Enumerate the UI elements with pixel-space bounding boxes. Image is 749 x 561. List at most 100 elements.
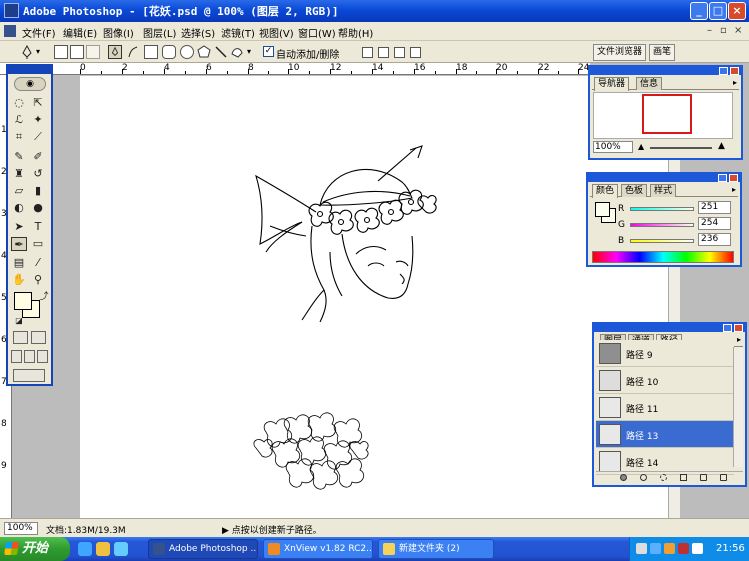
- maximize-button[interactable]: □: [709, 2, 727, 20]
- marquee-tool-icon[interactable]: ◌: [11, 96, 27, 110]
- tab-color[interactable]: 颜色: [592, 184, 619, 198]
- document-icon[interactable]: [4, 25, 16, 37]
- palette-menu-arrow-icon[interactable]: ▸: [737, 335, 741, 344]
- navigator-zoom-field[interactable]: 100%: [593, 141, 633, 153]
- healing-brush-icon[interactable]: ✎: [11, 150, 27, 164]
- intersect-path-icon[interactable]: [394, 47, 405, 58]
- rectangle-tool-icon[interactable]: [144, 45, 158, 59]
- status-zoom-field[interactable]: 100%: [4, 522, 38, 535]
- doc-close-button[interactable]: ×: [734, 25, 742, 36]
- palette-close-button[interactable]: [734, 324, 743, 332]
- screen-mode-full-button[interactable]: [37, 350, 48, 363]
- palette-menu-arrow-icon[interactable]: ▸: [733, 78, 737, 87]
- media-quicklaunch-icon[interactable]: [114, 542, 128, 556]
- network-tray-icon[interactable]: [650, 543, 661, 554]
- channel-r-field[interactable]: 251: [698, 201, 731, 214]
- doc-restore-button[interactable]: ▫: [720, 25, 727, 36]
- palette-minimize-button[interactable]: [718, 174, 727, 182]
- subtract-from-path-icon[interactable]: [378, 47, 389, 58]
- chevron-down-icon[interactable]: ▾: [247, 47, 261, 61]
- fill-path-icon[interactable]: [620, 474, 627, 481]
- ie-quicklaunch-icon[interactable]: [78, 542, 92, 556]
- dodge-tool-icon[interactable]: ●: [30, 201, 46, 215]
- zoom-in-icon[interactable]: ▲: [718, 141, 725, 151]
- blur-tool-icon[interactable]: ◐: [11, 201, 27, 215]
- magic-wand-icon[interactable]: ✦: [30, 113, 46, 127]
- menu-layer[interactable]: 图层(L): [143, 25, 176, 40]
- channel-b-field[interactable]: 236: [698, 233, 731, 246]
- line-tool-icon[interactable]: [214, 45, 228, 59]
- keyboard-tray-icon[interactable]: [636, 543, 647, 554]
- start-button[interactable]: 开始: [0, 537, 70, 561]
- ellipse-tool-icon[interactable]: [180, 45, 194, 59]
- tab-navigator[interactable]: 导航器: [594, 77, 630, 91]
- channel-g-slider[interactable]: [630, 223, 694, 227]
- file-browser-tab[interactable]: 文件浏览器: [593, 44, 647, 61]
- screen-mode-standard-button[interactable]: [11, 350, 22, 363]
- navigator-thumbnail[interactable]: [593, 92, 733, 139]
- pen-tool-icon[interactable]: ✒: [11, 237, 27, 251]
- zoom-out-icon[interactable]: ▲: [638, 142, 644, 151]
- document-size-info[interactable]: 文档:1.83M/19.3M: [46, 523, 126, 536]
- palette-minimize-button[interactable]: [723, 324, 732, 332]
- chevron-down-icon[interactable]: ▾: [36, 47, 50, 61]
- fill-pixels-mode-icon[interactable]: [86, 45, 100, 59]
- quick-mask-button[interactable]: [31, 331, 46, 344]
- eyedropper-icon[interactable]: ⁄: [30, 256, 46, 270]
- path-selection-icon[interactable]: ➤: [11, 220, 27, 234]
- freeform-pen-icon[interactable]: [126, 45, 140, 59]
- path-item[interactable]: 路径 11: [596, 394, 734, 421]
- add-to-path-icon[interactable]: [362, 47, 373, 58]
- color-spectrum-bar[interactable]: [592, 251, 734, 263]
- standard-mode-button[interactable]: [13, 331, 28, 344]
- channel-b-slider[interactable]: [630, 239, 694, 243]
- photoshop-feather-icon[interactable]: ◉: [14, 77, 46, 91]
- gradient-tool-icon[interactable]: ▮: [30, 184, 46, 198]
- navigator-view-box[interactable]: [642, 94, 692, 134]
- minimize-button[interactable]: _: [690, 2, 708, 20]
- tab-swatches[interactable]: 色板: [621, 184, 648, 197]
- brushes-tab[interactable]: 画笔: [649, 44, 676, 61]
- load-as-selection-icon[interactable]: [660, 474, 667, 481]
- channel-r-slider[interactable]: [630, 207, 694, 211]
- auto-add-delete-checkbox[interactable]: ✓: [263, 46, 274, 57]
- crop-tool-icon[interactable]: ⌗: [11, 130, 27, 144]
- move-tool-icon[interactable]: ⇱: [30, 96, 46, 110]
- zoom-slider[interactable]: [650, 147, 712, 149]
- pen-tool-icon[interactable]: [108, 45, 122, 59]
- toolbox-title-bar[interactable]: [8, 66, 51, 74]
- exclude-path-icon[interactable]: [410, 47, 421, 58]
- new-path-icon[interactable]: [700, 474, 707, 481]
- color-foreground-swatch[interactable]: [595, 202, 610, 217]
- rounded-rectangle-tool-icon[interactable]: [162, 45, 176, 59]
- antivirus-tray-icon[interactable]: [678, 543, 689, 554]
- palette-close-button[interactable]: [729, 174, 738, 182]
- clone-stamp-icon[interactable]: ♜: [11, 167, 27, 181]
- palette-menu-arrow-icon[interactable]: ▸: [732, 185, 736, 194]
- hand-tool-icon[interactable]: ✋: [11, 273, 27, 287]
- type-tool-icon[interactable]: T: [30, 220, 46, 234]
- menu-window[interactable]: 窗口(W): [298, 25, 336, 40]
- brush-tool-icon[interactable]: ✐: [30, 150, 46, 164]
- palette-minimize-button[interactable]: [719, 67, 728, 75]
- foreground-color-swatch[interactable]: [14, 292, 32, 310]
- palette-close-button[interactable]: [730, 67, 739, 75]
- menu-file[interactable]: 文件(F): [22, 25, 56, 40]
- tab-info[interactable]: 信息: [636, 77, 663, 90]
- menu-select[interactable]: 选择(S): [181, 25, 215, 40]
- default-colors-icon[interactable]: ◪: [11, 314, 27, 328]
- menu-help[interactable]: 帮助(H): [338, 25, 373, 40]
- swap-colors-icon[interactable]: ⤴: [36, 290, 52, 304]
- path-item[interactable]: 路径 10: [596, 367, 734, 394]
- user-tray-icon[interactable]: [664, 543, 675, 554]
- slice-tool-icon[interactable]: ⟋: [30, 130, 46, 144]
- stroke-path-icon[interactable]: [640, 474, 647, 481]
- eraser-tool-icon[interactable]: ▱: [11, 184, 27, 198]
- path-item-selected[interactable]: 路径 13: [596, 421, 734, 448]
- task-new-folder[interactable]: 新建文件夹 (2): [378, 539, 494, 559]
- menu-image[interactable]: 图像(I): [103, 25, 134, 40]
- path-item[interactable]: 路径 9: [596, 340, 734, 367]
- trash-icon[interactable]: [720, 474, 727, 481]
- menu-edit[interactable]: 编辑(E): [63, 25, 97, 40]
- menu-filter[interactable]: 滤镜(T): [221, 25, 255, 40]
